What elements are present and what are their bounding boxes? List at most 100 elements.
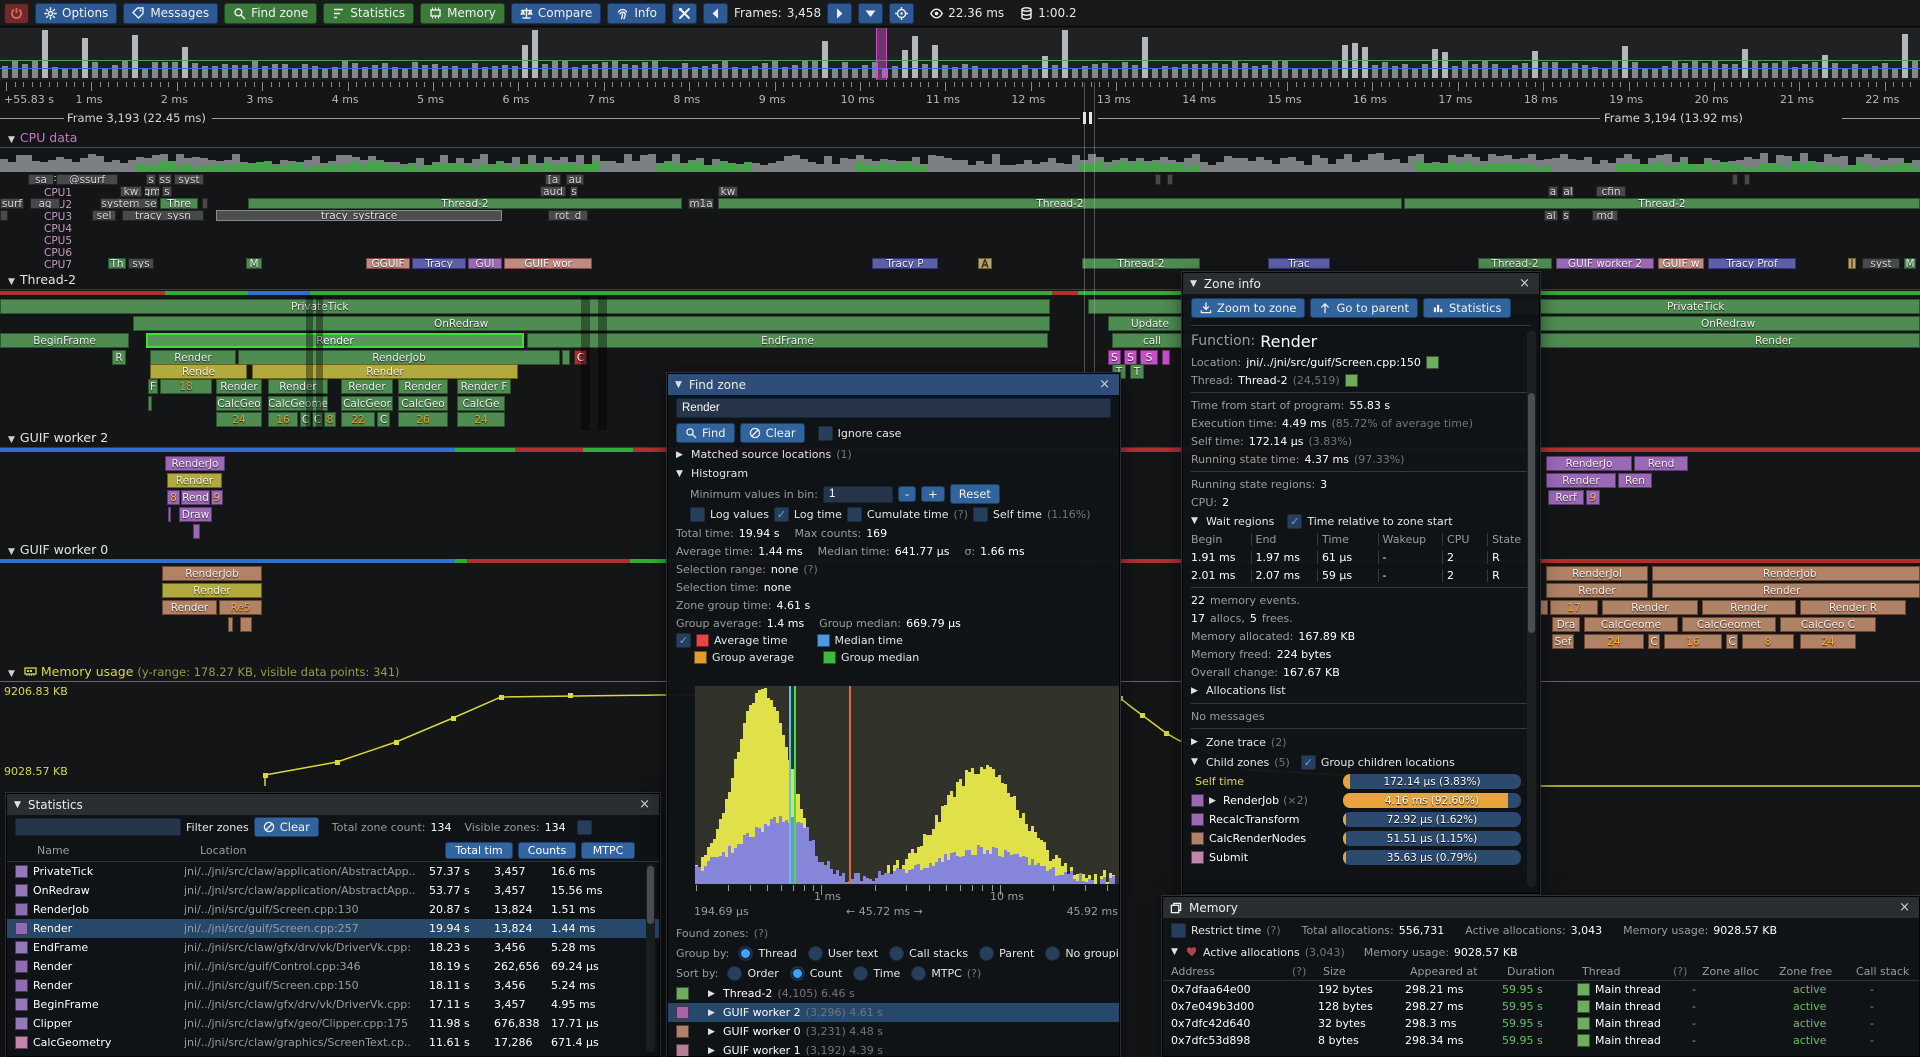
cpu-zone[interactable]: sel <box>92 210 116 221</box>
cpu-zone[interactable]: s <box>146 174 156 185</box>
cpu-zone[interactable]: al <box>1562 186 1574 197</box>
close-icon[interactable]: × <box>1897 900 1912 915</box>
timeline-zone[interactable]: BeginFrame <box>0 333 129 348</box>
cpu-zone[interactable]: a <box>1548 186 1558 197</box>
cpu-zone[interactable]: cfin <box>1596 186 1626 197</box>
limit-range-checkbox[interactable] <box>577 820 592 835</box>
cpu-zone[interactable]: sys <box>128 258 154 269</box>
timeline-zone[interactable]: CalcGeome <box>1584 617 1678 632</box>
group-by-radio-parent[interactable] <box>979 946 994 961</box>
found-zone-group-row[interactable]: ▶GUIF worker 1(3,192) 4.39 s <box>668 1041 1119 1057</box>
close-icon[interactable]: × <box>1517 276 1532 291</box>
timeline-zone[interactable]: 9 <box>1586 490 1600 505</box>
timeline-zone[interactable]: Render <box>1546 473 1616 488</box>
cpu-zone[interactable]: system_se <box>100 198 158 209</box>
timeline-zone[interactable]: 18 <box>160 379 212 394</box>
cpu-data-header[interactable]: ▼CPU data <box>8 130 77 145</box>
cpu-zone[interactable]: Thread-2 <box>1478 258 1552 269</box>
sort-by-radio-count[interactable] <box>790 966 805 981</box>
zone-statistics-button[interactable]: Statistics <box>1423 298 1511 318</box>
timeline-zone[interactable]: RenderJol <box>1546 566 1648 581</box>
timeline-zone[interactable]: RenderJo <box>165 456 225 471</box>
clear-button[interactable]: Clear <box>740 423 805 443</box>
statistics-row[interactable]: EndFramejni/../jni/src/claw/gfx/drv/vk/D… <box>7 938 659 957</box>
timeline-zone[interactable]: Render <box>252 364 518 379</box>
found-zone-group-row[interactable]: ▶Thread-2(4,105) 6.46 s <box>668 984 1119 1003</box>
wait-region-row[interactable]: 2.01 ms2.07 ms59 µs-2R <box>1183 566 1539 584</box>
find-zone-search-input[interactable] <box>676 398 1111 418</box>
statistics-row[interactable]: PrivateTickjni/../jni/src/claw/applicati… <box>7 862 659 881</box>
child-zone-row[interactable]: Submit35.63 µs (0.79%) <box>1183 848 1539 867</box>
column-mtpc[interactable]: MTPC <box>581 842 635 859</box>
filter-zones-input[interactable] <box>15 818 181 836</box>
cpu-zone[interactable]: Tracy <box>412 258 466 269</box>
child-zone-row[interactable]: ▶RenderJob(×2)4.16 ms (92.60%) <box>1183 791 1539 810</box>
cpu-zone[interactable]: GGUIF <box>366 258 410 269</box>
cpu-zone[interactable]: Thre <box>160 198 198 209</box>
collapse-icon[interactable]: ▶ <box>1191 737 1201 747</box>
child-zones-label[interactable]: Child zones <box>1206 756 1269 769</box>
statistics-row[interactable]: BeginFramejni/../jni/src/claw/gfx/drv/vk… <box>7 995 659 1014</box>
cpu-zone[interactable]: rot_d <box>548 210 588 221</box>
timeline-zone[interactable]: 9 <box>211 490 223 505</box>
cpu-zone[interactable]: surf <box>0 198 24 209</box>
cpu-zone[interactable]: GUI <box>468 258 502 269</box>
cpu-zone[interactable]: GUIF w <box>1658 258 1704 269</box>
timeline-zone[interactable]: CalcGeo C <box>1780 617 1876 632</box>
timeline-zone[interactable]: RenderJob <box>1652 566 1920 581</box>
timeline-zone[interactable]: Render <box>1546 583 1648 598</box>
timeline-zone[interactable]: Dra <box>1552 617 1580 632</box>
timeline-zone[interactable]: 22 <box>341 412 375 427</box>
group-children-checkbox[interactable]: ✓ <box>1301 755 1316 770</box>
statistics-row[interactable]: Renderjni/../jni/src/guif/Screen.cpp:257… <box>7 919 659 938</box>
collapse-icon[interactable]: ▼ <box>676 469 686 479</box>
cpu-zone[interactable]: GUIF wor <box>504 258 592 269</box>
timeline-zone[interactable] <box>1540 600 1548 615</box>
ignore-case-checkbox[interactable] <box>818 426 833 441</box>
cpu-zone[interactable] <box>0 210 8 221</box>
statistics-titlebar[interactable]: ▼ Statistics × <box>7 794 659 815</box>
timeline-zone[interactable]: CalcGeor <box>341 396 393 411</box>
cpu-zone[interactable] <box>1155 174 1161 185</box>
timeline-zone[interactable]: C <box>377 412 390 427</box>
find-zone-histogram[interactable] <box>694 685 1120 885</box>
timeline-zone[interactable]: CalcGeo <box>216 396 262 411</box>
timeline-zone[interactable]: Render <box>150 350 236 365</box>
timeline-zone[interactable]: S <box>1140 350 1158 365</box>
cpu-zone[interactable]: syst <box>1862 258 1900 269</box>
cpu-zone[interactable]: tracy_sysn <box>122 210 204 221</box>
cpu-zone[interactable]: A <box>978 258 992 269</box>
cpu-zone[interactable]: Thread-2 <box>1404 198 1920 209</box>
timeline-zone[interactable]: 24 <box>1800 634 1856 649</box>
statistics-row[interactable]: RenderJobjni/../jni/src/guif/Screen.cpp:… <box>7 900 659 919</box>
cpu-zone[interactable] <box>1167 174 1173 185</box>
cpu-zone[interactable]: s <box>570 186 578 197</box>
timeline-zone[interactable]: CalcGeomet <box>1682 617 1776 632</box>
cpu-zone[interactable]: m1a <box>688 198 714 209</box>
cpu-zone[interactable]: s <box>162 186 172 197</box>
cpu-zone[interactable] <box>1732 174 1738 185</box>
timeline-zone[interactable]: Render <box>167 473 222 488</box>
clear-filter-button[interactable]: Clear <box>254 817 319 837</box>
allocations-list-label[interactable]: Allocations list <box>1206 684 1286 697</box>
cpu-zone[interactable]: aud <box>540 186 566 197</box>
cpu-zone[interactable]: kw <box>120 186 142 197</box>
min-bin-input[interactable] <box>823 486 893 503</box>
cpu-zone[interactable]: Trac <box>1268 258 1330 269</box>
group-by-radio-call-stacks[interactable] <box>889 946 904 961</box>
memory-titlebar[interactable]: Memory × <box>1163 897 1919 918</box>
cpu-zone[interactable]: @ssurf <box>56 174 118 185</box>
cpu-zone[interactable]: M <box>246 258 262 269</box>
timeline-zone[interactable]: PrivateTick <box>0 299 1050 314</box>
timeline-zone[interactable]: 16 <box>268 412 298 427</box>
timeline-zone[interactable]: T <box>1130 364 1144 379</box>
timeline-zone[interactable]: Rende <box>150 364 247 379</box>
timeline-zone[interactable]: 24 <box>1584 634 1644 649</box>
histogram-span[interactable]: ← 45.72 ms → <box>846 905 923 918</box>
timeline-zone[interactable] <box>1088 299 1196 314</box>
statistics-row[interactable]: Renderjni/../jni/src/guif/Control.cpp:34… <box>7 957 659 976</box>
cpu-zone[interactable]: ss <box>158 174 172 185</box>
cumulate-time-checkbox[interactable] <box>847 507 862 522</box>
draw-markers-checkbox[interactable]: ✓ <box>676 633 691 648</box>
column-location[interactable]: Location <box>200 844 440 857</box>
